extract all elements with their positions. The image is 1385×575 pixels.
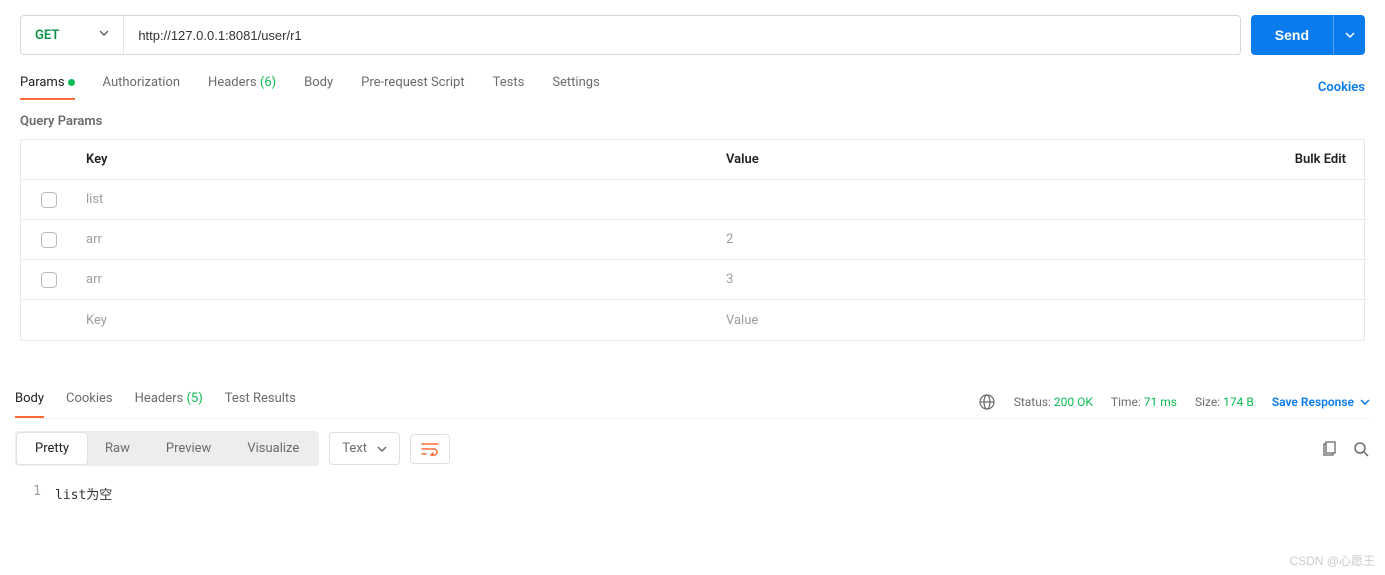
cell-value[interactable]: 2 <box>716 232 1364 247</box>
url-input[interactable] <box>124 16 1239 54</box>
method-select[interactable]: GET <box>21 16 124 54</box>
table-row-new[interactable]: Key Value <box>21 300 1364 340</box>
row-checkbox[interactable] <box>41 232 57 248</box>
response-tab-cookies[interactable]: Cookies <box>66 391 113 418</box>
tab-body[interactable]: Body <box>304 75 333 100</box>
query-params-table: Key Value Bulk Edit list arr 2 arr 3 Key… <box>20 139 1365 341</box>
view-raw[interactable]: Raw <box>87 433 148 464</box>
tab-tests[interactable]: Tests <box>493 75 525 100</box>
view-pretty[interactable]: Pretty <box>17 433 87 464</box>
cell-key[interactable]: list <box>76 192 716 207</box>
table-header: Key Value Bulk Edit <box>21 140 1364 180</box>
cell-key[interactable]: arr <box>76 232 716 247</box>
view-segment: Pretty Raw Preview Visualize <box>15 431 319 466</box>
copy-icon[interactable] <box>1320 440 1338 458</box>
globe-icon[interactable] <box>978 393 996 411</box>
active-dot-icon <box>68 79 75 86</box>
response-tab-headers[interactable]: Headers (5) <box>135 391 203 418</box>
save-response-button[interactable]: Save Response <box>1272 395 1370 409</box>
method-url-group: GET <box>20 15 1241 55</box>
column-value: Value <box>716 152 1277 167</box>
wrap-icon <box>421 442 439 456</box>
line-number: 1 <box>15 484 55 503</box>
send-button-group: Send <box>1251 15 1365 55</box>
response-tab-tests[interactable]: Test Results <box>225 391 296 418</box>
watermark: CSDN @心愿王 <box>1289 552 1375 569</box>
column-key: Key <box>76 152 716 167</box>
response-tabs: Body Cookies Headers (5) Test Results <box>15 391 296 418</box>
request-tabs: Params Authorization Headers (6) Body Pr… <box>20 75 600 100</box>
chevron-down-icon <box>377 446 387 452</box>
response-body: 1 list为空 <box>15 478 1370 509</box>
cookies-link[interactable]: Cookies <box>1318 80 1365 95</box>
table-row[interactable]: arr 2 <box>21 220 1364 260</box>
request-bar: GET Send <box>20 15 1365 55</box>
response-meta: Status: 200 OK Time: 71 ms Size: 174 B S… <box>978 393 1370 417</box>
line-text[interactable]: list为空 <box>55 484 112 503</box>
tab-settings[interactable]: Settings <box>552 75 599 100</box>
cell-value[interactable]: 3 <box>716 272 1364 287</box>
send-options-button[interactable] <box>1333 15 1365 55</box>
response-tab-body[interactable]: Body <box>15 391 44 418</box>
chevron-down-icon <box>1360 399 1370 405</box>
size-text: Size: 174 B <box>1195 395 1254 409</box>
row-checkbox[interactable] <box>41 192 57 208</box>
table-row[interactable]: arr 3 <box>21 260 1364 300</box>
method-label: GET <box>35 28 59 43</box>
chevron-down-icon <box>99 30 109 40</box>
table-row[interactable]: list <box>21 180 1364 220</box>
view-preview[interactable]: Preview <box>148 433 229 464</box>
view-visualize[interactable]: Visualize <box>229 433 317 464</box>
row-checkbox[interactable] <box>41 272 57 288</box>
wrap-lines-button[interactable] <box>410 434 450 464</box>
cell-key-placeholder[interactable]: Key <box>76 313 716 328</box>
format-select[interactable]: Text <box>329 432 400 465</box>
tab-params[interactable]: Params <box>20 75 75 100</box>
cell-value-placeholder[interactable]: Value <box>716 313 1364 328</box>
tab-headers[interactable]: Headers (6) <box>208 75 276 100</box>
send-button[interactable]: Send <box>1251 15 1333 55</box>
chevron-down-icon <box>1345 32 1355 38</box>
tab-prerequest[interactable]: Pre-request Script <box>361 75 464 100</box>
query-params-title: Query Params <box>20 114 1365 129</box>
status-text: Status: 200 OK <box>1014 395 1093 409</box>
search-icon[interactable] <box>1352 440 1370 458</box>
tab-authorization[interactable]: Authorization <box>103 75 181 100</box>
bulk-edit-button[interactable]: Bulk Edit <box>1277 152 1364 167</box>
cell-key[interactable]: arr <box>76 272 716 287</box>
time-text: Time: 71 ms <box>1111 395 1177 409</box>
